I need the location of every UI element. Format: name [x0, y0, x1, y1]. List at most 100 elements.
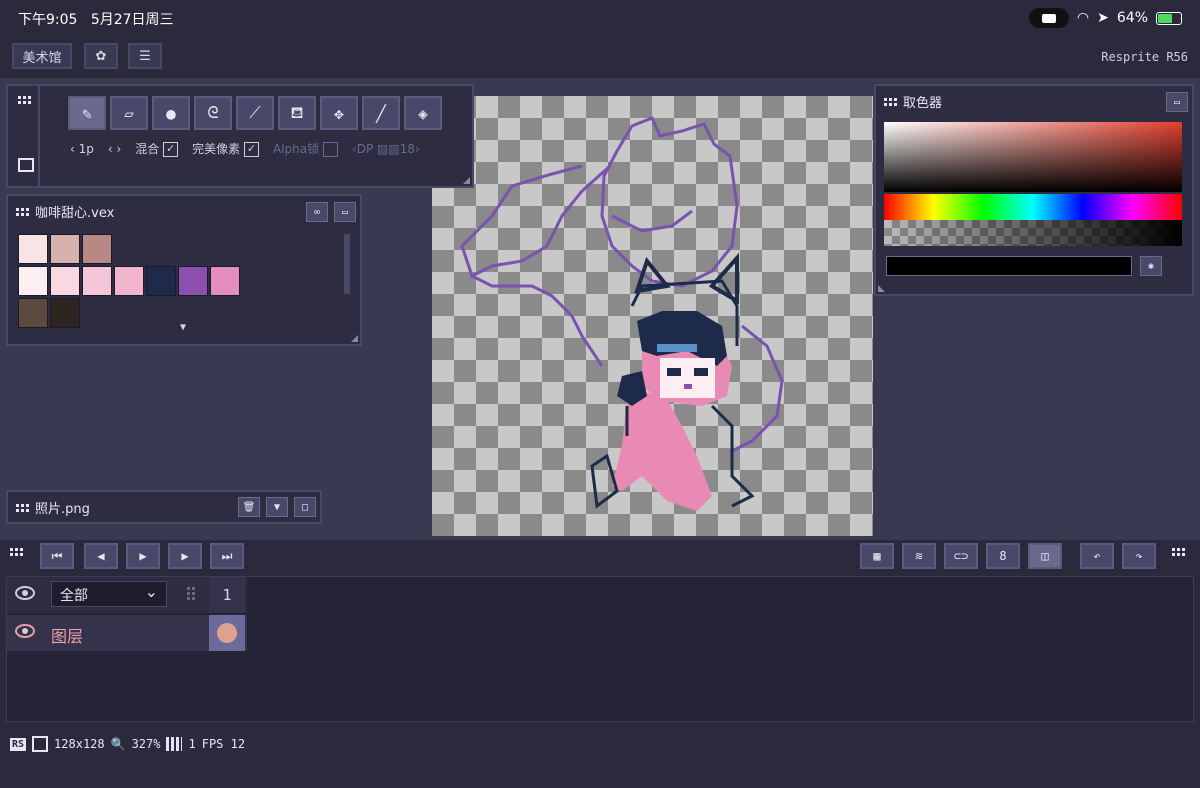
palette-link-button[interactable]: ∞: [306, 202, 328, 222]
palette-scrollbar[interactable]: [344, 234, 350, 294]
saturation-value-field[interactable]: [884, 122, 1182, 192]
palette-swatch[interactable]: [50, 234, 80, 264]
redo-icon: ↷: [1135, 549, 1143, 563]
layer-name: 图层: [51, 627, 84, 646]
ios-status-bar: 下午9:05 5月27日周三 ◠ ➤ 64%: [0, 0, 1200, 34]
panel-grip-icon[interactable]: [1172, 548, 1185, 556]
layout-toggle-icon[interactable]: [18, 158, 34, 172]
eye-icon[interactable]: [15, 624, 35, 638]
lasso-tool[interactable]: ᘓ: [194, 96, 232, 130]
last-frame-button[interactable]: ⏭: [210, 543, 244, 569]
prev-frame-button[interactable]: ◀: [84, 543, 118, 569]
reference-panel: 照片.png 🗑 ▼ □: [6, 490, 322, 524]
smudge-tool[interactable]: ◈: [404, 96, 442, 130]
line-tool[interactable]: ╱: [362, 96, 400, 130]
panel-grip-icon[interactable]: [16, 207, 29, 216]
panel-grip-icon[interactable]: [10, 548, 23, 556]
expand-down-icon[interactable]: ▼: [180, 322, 186, 333]
palette-swatch[interactable]: [146, 266, 176, 296]
palette-swatch[interactable]: [82, 234, 112, 264]
pingpong-icon: 8: [999, 549, 1007, 563]
battery-icon: [1156, 11, 1182, 25]
redo-button[interactable]: ↷: [1122, 543, 1156, 569]
canvas-info: RS 128x128 🔍 327% 1 FPS 12: [10, 736, 245, 752]
grid-view-button[interactable]: ▦: [860, 543, 894, 569]
hex-input[interactable]: [886, 256, 1132, 276]
filter-icon: ▼: [273, 501, 281, 513]
palette-swatch[interactable]: [50, 266, 80, 296]
fps-value: FPS 12: [201, 737, 246, 751]
gallery-button[interactable]: 美术馆: [12, 43, 72, 69]
onion-skin-button[interactable]: ◫: [1028, 543, 1062, 569]
frame-number[interactable]: 1: [209, 577, 245, 613]
alpha-lock-option[interactable]: Alpha锁: [273, 140, 338, 157]
resize-handle-icon[interactable]: [878, 285, 885, 292]
resize-handle-icon[interactable]: [463, 177, 470, 184]
next-frame-button[interactable]: ▶: [168, 543, 202, 569]
palette-swatch[interactable]: [50, 298, 80, 328]
dither-option[interactable]: ‹DP ▨▨18›: [352, 142, 420, 156]
eye-icon[interactable]: [15, 586, 35, 600]
eraser-tool[interactable]: ▱: [110, 96, 148, 130]
drawing-canvas[interactable]: [432, 96, 873, 536]
blend-option[interactable]: 混合 ✓: [135, 140, 179, 157]
zoom-icon: 🔍: [110, 737, 126, 751]
settings-button[interactable]: ✿: [84, 43, 118, 69]
top-bar: 美术馆 ✿ ☰ Resprite R56: [0, 34, 1200, 78]
panel-grip-icon[interactable]: [16, 503, 29, 512]
perfect-pixel-option[interactable]: 完美像素 ✓: [192, 140, 259, 157]
wifi-icon: ◠: [1076, 10, 1090, 26]
play-icon: ▶: [139, 549, 147, 563]
palette-swatch[interactable]: [18, 266, 48, 296]
palette-swatch[interactable]: [18, 234, 48, 264]
layer-frame-cell[interactable]: [209, 615, 245, 651]
size-arrows[interactable]: ‹ ›: [108, 142, 121, 156]
camera-indicator-icon: [1028, 8, 1069, 28]
pencil-tool[interactable]: ✎: [68, 96, 106, 130]
palette-swatch[interactable]: [18, 298, 48, 328]
timeline-panel: ⏮ ◀ ▶ ▶ ⏭ ▦ ≋ ⊂⊃ 8 ◫ ↶ ↷ 全部 1 图层: [0, 540, 1200, 722]
color-picker-menu-button[interactable]: ▭: [1166, 92, 1188, 112]
grid-icon: ▦: [873, 549, 881, 563]
layer-row[interactable]: 图层: [7, 615, 247, 651]
palette-swatch[interactable]: [178, 266, 208, 296]
hue-slider[interactable]: [884, 194, 1182, 220]
sliders-icon: ☰: [139, 48, 151, 64]
undo-button[interactable]: ↶: [1080, 543, 1114, 569]
shading-tool[interactable]: ●: [152, 96, 190, 130]
sphere-icon: ●: [166, 103, 176, 123]
resize-handle-icon[interactable]: [351, 335, 358, 342]
palette-swatch[interactable]: [114, 266, 144, 296]
alpha-lock-checkbox[interactable]: [322, 142, 338, 157]
blend-checkbox[interactable]: ✓: [163, 142, 179, 157]
palette-menu-button[interactable]: ▭: [334, 202, 356, 222]
move-tool[interactable]: ✥: [320, 96, 358, 130]
play-button[interactable]: ▶: [126, 543, 160, 569]
panel-grip-icon[interactable]: [18, 96, 31, 104]
fill-tool[interactable]: ⛾: [278, 96, 316, 130]
color-options-button[interactable]: ✱: [1140, 256, 1162, 276]
window-icon: ▭: [341, 206, 349, 218]
frame-count: 1: [188, 737, 196, 751]
first-frame-button[interactable]: ⏮: [40, 543, 74, 569]
palette-title: 咖啡甜心.vex: [35, 206, 115, 221]
eyedropper-tool[interactable]: ⟋: [236, 96, 274, 130]
adjustments-button[interactable]: ☰: [128, 43, 162, 69]
drag-handle-icon[interactable]: [187, 587, 195, 600]
brush-size-stepper[interactable]: ‹ 1p: [70, 142, 94, 156]
palette-swatch[interactable]: [210, 266, 240, 296]
loop-button[interactable]: ⊂⊃: [944, 543, 978, 569]
layers-button[interactable]: ≋: [902, 543, 936, 569]
panel-grip-icon[interactable]: [884, 97, 897, 106]
palette-swatch[interactable]: [82, 266, 112, 296]
reference-window-button[interactable]: □: [294, 497, 316, 517]
pingpong-button[interactable]: 8: [986, 543, 1020, 569]
perfect-pixel-checkbox[interactable]: ✓: [243, 142, 259, 157]
layer-filter-select[interactable]: 全部: [51, 581, 167, 607]
reference-filter-button[interactable]: ▼: [266, 497, 288, 517]
alpha-slider[interactable]: [884, 220, 1182, 246]
delete-reference-button[interactable]: 🗑: [238, 497, 260, 517]
drop-icon: ◈: [418, 103, 428, 123]
zoom-level: 327%: [131, 737, 161, 751]
window-icon: ▭: [1173, 96, 1181, 108]
